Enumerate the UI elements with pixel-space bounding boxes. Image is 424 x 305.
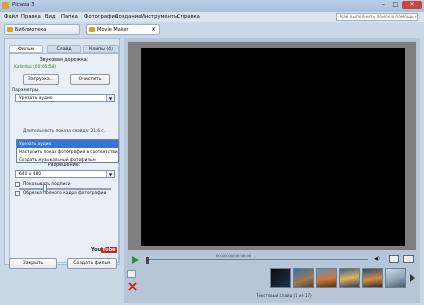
clip-strip	[270, 268, 418, 290]
scroll-right-icon[interactable]	[409, 274, 415, 282]
fit-view-icon[interactable]	[389, 255, 399, 263]
picasa-window: Picasa 3 – □ ✕ Файл Правка Вид Папка Фот…	[0, 0, 424, 305]
youtube-logo-tube: Tube	[101, 247, 117, 253]
menu-folder[interactable]: Папка	[61, 14, 78, 20]
preview-stage	[128, 42, 416, 250]
play-icon[interactable]	[130, 255, 140, 265]
window-title: Picasa 3	[12, 2, 35, 8]
clear-audio-button[interactable]: Очистить	[70, 74, 110, 85]
audio-option-music-film[interactable]: Создать музыкальный фотофильм	[17, 156, 118, 164]
clip-thumbnail[interactable]	[270, 268, 291, 288]
title-bar: Picasa 3 – □ ✕	[0, 0, 424, 12]
soundtrack-header: Звуковая дорожка:	[39, 58, 89, 63]
minimize-button[interactable]: –	[378, 1, 389, 9]
create-movie-button[interactable]: Создать фильм	[67, 258, 117, 269]
clip-thumbnail[interactable]	[339, 268, 360, 288]
picasa-icon	[2, 2, 9, 9]
soundtrack-file: Kalimba (00:05:58)	[14, 65, 57, 70]
tab-library-label: Библиотека	[15, 27, 47, 33]
close-panel-button[interactable]: Закрыть	[9, 258, 57, 269]
preview-area: 00:00:00/00:00:00 ◀) Текстовый слайд (1 …	[124, 38, 420, 303]
resolution-select[interactable]: 640 x 480 ▼	[15, 170, 115, 178]
menu-help[interactable]: Справка	[177, 14, 200, 20]
volume-icon[interactable]: ◀)	[374, 256, 380, 262]
full-frame-checkbox[interactable]	[15, 191, 20, 196]
full-frame-label: Обрезка полного кадра фотографии	[23, 191, 107, 196]
timeline-thumb[interactable]	[146, 257, 149, 264]
youtube-upload-button[interactable]: YouTube	[91, 246, 117, 254]
audio-option-fit[interactable]: Настроить показ фотографий в соответстви…	[17, 148, 118, 156]
timeline-scrubber[interactable]	[146, 257, 368, 264]
close-button[interactable]: ✕	[402, 1, 422, 9]
tab-close-icon[interactable]: ×	[151, 25, 156, 35]
youtube-logo-text: You	[91, 247, 102, 253]
tab-slide[interactable]: Слайд	[47, 45, 81, 53]
tab-movie[interactable]: Фильм	[9, 45, 43, 53]
slide-counter: Текстовый слайд (1 из 17)	[256, 293, 312, 298]
menu-file[interactable]: Файл	[4, 14, 18, 20]
search-hint-field[interactable]: Как выполнить поиск в помощь на Google	[336, 13, 418, 21]
load-audio-button[interactable]: Загрузка...	[23, 74, 59, 85]
video-preview[interactable]	[141, 48, 405, 246]
movie-settings-panel: Фильм Слайд Клипы (4) Звуковая дорожка: …	[4, 38, 120, 269]
tab-clips[interactable]: Клипы (4)	[83, 45, 119, 53]
audio-mode-dropdown: Урезать аудио Настроить показ фотографий…	[16, 139, 119, 163]
overlap-slider-track[interactable]	[19, 188, 111, 190]
menu-tools[interactable]: Инструменты	[141, 14, 178, 20]
clip-thumbnail[interactable]	[293, 268, 314, 288]
overlap-slider-thumb[interactable]	[43, 184, 47, 192]
menu-photo[interactable]: Фотография	[84, 14, 118, 20]
audio-option-trim[interactable]: Урезать аудио	[17, 140, 118, 148]
slide-duration-text: Длительность показа слайда: 21.6 с.	[23, 128, 105, 133]
maximize-button[interactable]: □	[390, 1, 401, 9]
tab-movie-maker[interactable]: Movie Maker ×	[86, 24, 160, 35]
movie-icon	[89, 27, 95, 32]
library-icon	[7, 27, 13, 32]
remove-clip-icon[interactable]	[128, 282, 137, 291]
clip-thumbnail[interactable]	[316, 268, 337, 288]
time-readout: 00:00:00/00:00:00	[216, 253, 252, 258]
audio-mode-select[interactable]: Урезать аудио ▼	[15, 94, 115, 102]
menu-view[interactable]: Вид	[45, 14, 56, 20]
audio-mode-value: Урезать аудио	[19, 96, 53, 101]
clip-thumbnail[interactable]	[385, 268, 406, 288]
resolution-value: 640 x 480	[19, 172, 42, 177]
clip-thumbnail[interactable]	[362, 268, 383, 288]
params-label: Параметры	[12, 88, 39, 93]
chevron-down-icon: ▼	[106, 95, 114, 101]
tab-library[interactable]: Библиотека	[4, 24, 80, 35]
fullscreen-icon[interactable]	[403, 255, 414, 263]
menu-edit[interactable]: Правка	[21, 14, 41, 20]
tab-movie-maker-label: Movie Maker	[97, 27, 129, 33]
show-captions-checkbox[interactable]	[15, 182, 20, 187]
menu-create[interactable]: Создание	[115, 14, 141, 20]
chevron-down-icon: ▼	[106, 171, 114, 177]
add-text-slide-icon[interactable]	[127, 270, 136, 278]
